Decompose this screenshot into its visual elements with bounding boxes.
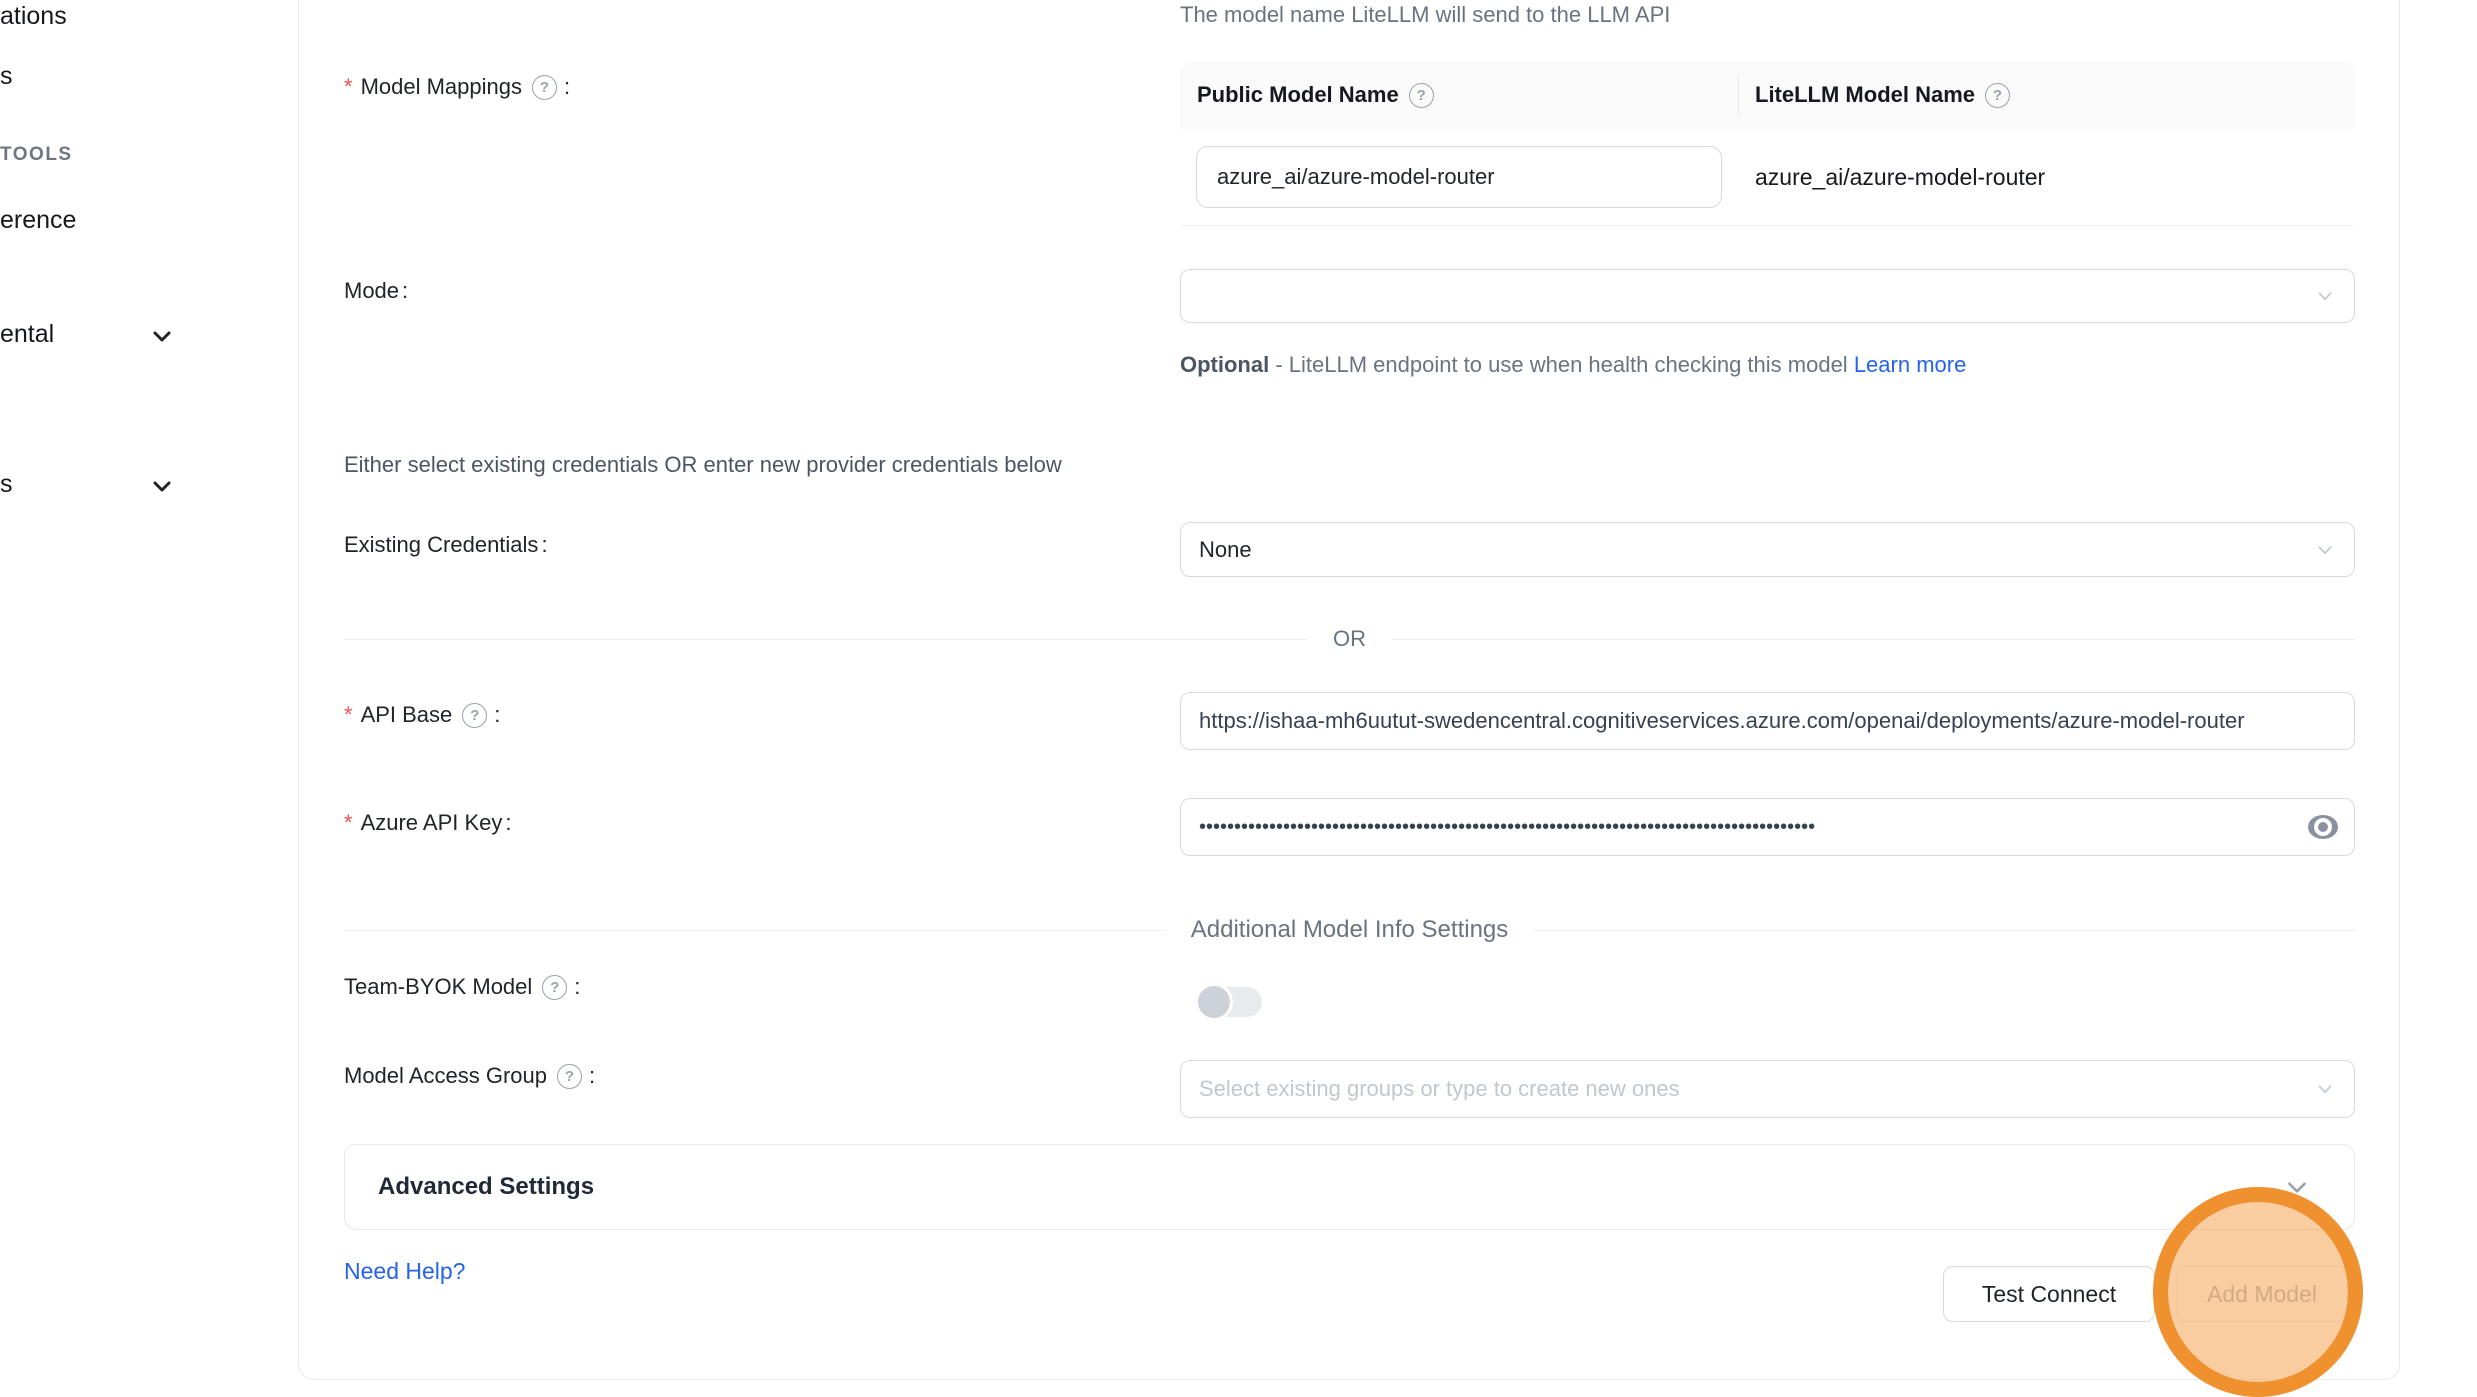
azure-api-key-masked-value: ••••••••••••••••••••••••••••••••••••••••… [1199,816,2179,839]
team-byok-toggle[interactable] [1198,987,1262,1017]
existing-credentials-value: None [1199,537,1252,563]
sidebar-item-settings[interactable]: s [0,470,13,499]
sidebar-item-api-reference[interactable]: erence [0,206,76,235]
sidebar-item-organizations[interactable]: ations [0,2,67,31]
api-base-label: * API Base ? : [344,702,500,728]
required-asterisk: * [344,74,353,100]
mode-label: Mode: [344,278,408,304]
help-icon[interactable]: ? [557,1064,582,1089]
model-mappings-table-row: azure_ai/azure-model-router [1180,129,2355,226]
advanced-settings-title: Advanced Settings [378,1173,594,1201]
column-header-litellm-model-name: LiteLLM Model Name [1755,82,1975,108]
need-help-link[interactable]: Need Help? [344,1258,465,1285]
help-icon[interactable]: ? [542,975,567,1000]
chevron-down-icon [2284,1174,2310,1200]
additional-info-divider-text: Additional Model Info Settings [1165,916,1535,944]
sidebar-item-experimental[interactable]: ental [0,320,54,349]
or-divider-text: OR [1307,626,1392,652]
chevron-down-icon [150,324,174,348]
sidebar-section-tools: TOOLS [0,144,73,166]
litellm-model-name-helper: The model name LiteLLM will send to the … [1180,2,1670,28]
litellm-model-name-value: azure_ai/azure-model-router [1755,164,2045,191]
mode-helper-text: Optional - LiteLLM endpoint to use when … [1180,341,1985,388]
mode-select[interactable] [1180,269,2355,323]
help-icon[interactable]: ? [1409,83,1434,108]
model-access-group-label: Model Access Group ? : [344,1063,595,1089]
chevron-down-icon [2314,539,2336,561]
required-asterisk: * [344,810,353,836]
toggle-password-visibility-eye-icon[interactable] [2306,812,2340,842]
column-header-public-model-name: Public Model Name [1197,82,1399,108]
learn-more-link[interactable]: Learn more [1854,352,1967,377]
additional-info-divider: Additional Model Info Settings [344,916,2355,944]
mode-helper-rest: - LiteLLM endpoint to use when health ch… [1269,352,1854,377]
model-mappings-table: Public Model Name ? LiteLLM Model Name ?… [1180,61,2355,226]
sidebar-item-label: ental [0,320,54,348]
add-model-form: The model name LiteLLM will send to the … [344,0,2355,1385]
model-access-group-placeholder: Select existing groups or type to create… [1199,1076,1680,1102]
model-mappings-table-header: Public Model Name ? LiteLLM Model Name ? [1180,61,2355,129]
chevron-down-icon [2314,1078,2336,1100]
sidebar-item-label: erence [0,206,76,234]
api-base-input[interactable]: https://ishaa-mh6uutut-swedencentral.cog… [1180,692,2355,750]
public-model-name-input[interactable] [1196,146,1722,208]
sidebar-item-guardrails[interactable]: s [0,62,13,91]
sidebar: ations s TOOLS erence ental s [0,0,298,1385]
model-mappings-label: * Model Mappings ? : [344,74,570,100]
advanced-settings-panel[interactable]: Advanced Settings [344,1144,2355,1230]
existing-credentials-select[interactable]: None [1180,522,2355,577]
column-divider [1738,75,1739,115]
azure-api-key-input[interactable]: ••••••••••••••••••••••••••••••••••••••••… [1180,798,2355,856]
required-asterisk: * [344,702,353,728]
team-byok-label: Team-BYOK Model ? : [344,974,580,1000]
sidebar-item-label: s [0,62,13,90]
credentials-note: Either select existing credentials OR en… [344,452,1062,478]
toggle-knob [1195,983,1233,1021]
sidebar-item-label: ations [0,2,67,30]
chevron-down-icon [150,474,174,498]
azure-api-key-label: * Azure API Key : [344,810,512,836]
chevron-down-icon [2314,285,2336,307]
api-base-value: https://ishaa-mh6uutut-swedencentral.cog… [1199,708,2245,734]
model-access-group-select[interactable]: Select existing groups or type to create… [1180,1060,2355,1118]
help-icon[interactable]: ? [532,75,557,100]
help-icon[interactable]: ? [462,703,487,728]
test-connect-button[interactable]: Test Connect [1943,1266,2155,1322]
add-model-button[interactable]: Add Model [2176,1266,2348,1322]
help-icon[interactable]: ? [1985,83,2010,108]
existing-credentials-label: Existing Credentials: [344,532,548,558]
sidebar-item-label: s [0,470,13,498]
or-divider: OR [344,626,2355,652]
mode-helper-bold: Optional [1180,352,1269,377]
